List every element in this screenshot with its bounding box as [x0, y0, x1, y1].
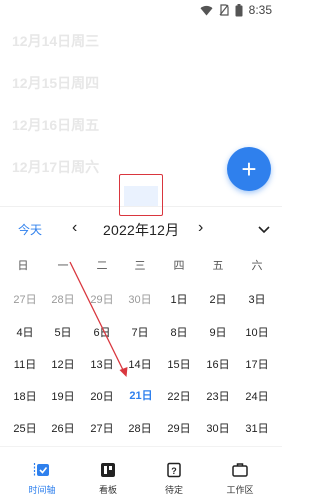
- date-cell[interactable]: 26日: [44, 418, 82, 440]
- prev-month-button[interactable]: ‹: [72, 219, 77, 237]
- plus-icon: +: [241, 153, 257, 184]
- timeline-day[interactable]: 12月15日周四: [0, 62, 282, 104]
- date-cell[interactable]: 1日: [160, 289, 198, 311]
- nav-label: 工作区: [226, 485, 254, 495]
- date-cell[interactable]: 12日: [44, 354, 82, 376]
- status-bar: 8:35: [0, 0, 282, 20]
- date-cell[interactable]: 29日: [160, 418, 198, 440]
- board-icon: [101, 463, 115, 477]
- workspace-icon: [232, 463, 248, 477]
- date-cell[interactable]: 18日: [6, 386, 44, 408]
- add-task-button[interactable]: +: [227, 147, 271, 191]
- date-cell[interactable]: 19日: [44, 386, 82, 408]
- weekday-label: 日: [17, 260, 29, 272]
- weekday-label: 二: [96, 260, 108, 272]
- date-cell-selected[interactable]: 21日: [122, 385, 160, 407]
- nav-pending[interactable]: ? 待定: [142, 461, 206, 496]
- date-cell[interactable]: 11日: [6, 354, 44, 376]
- weekday-label: 六: [251, 260, 263, 272]
- timeline-day[interactable]: 12月14日周三: [0, 20, 282, 62]
- date-cell[interactable]: 31日: [238, 418, 276, 440]
- nav-workspace[interactable]: 工作区: [208, 461, 272, 496]
- today-button[interactable]: 今天: [18, 221, 42, 238]
- date-cell[interactable]: 28日: [121, 418, 159, 440]
- svg-text:?: ?: [171, 466, 177, 476]
- wifi-icon: [200, 5, 213, 16]
- date-cell[interactable]: 2日: [199, 289, 237, 311]
- nav-label: 看板: [98, 485, 117, 495]
- no-sim-icon: [219, 4, 229, 16]
- date-cell[interactable]: 4日: [6, 322, 44, 344]
- battery-icon: [235, 3, 243, 16]
- date-cell[interactable]: 25日: [6, 418, 44, 440]
- date-cell[interactable]: 9日: [199, 322, 237, 344]
- next-month-button[interactable]: ›: [198, 219, 203, 237]
- timeline-day[interactable]: 12月16日周五: [0, 104, 282, 146]
- date-cell[interactable]: 17日: [238, 354, 276, 376]
- date-cell[interactable]: 13日: [83, 354, 121, 376]
- date-cell[interactable]: 5日: [44, 322, 82, 344]
- date-cell[interactable]: 22日: [160, 386, 198, 408]
- selected-date-annotation: [119, 174, 163, 216]
- date-cell[interactable]: 29日: [83, 289, 121, 311]
- date-cell[interactable]: 27日: [6, 289, 44, 311]
- weekday-header: 日 一 二 三 四 五 六: [0, 257, 282, 277]
- timeline-icon: [33, 463, 49, 477]
- date-cell[interactable]: 15日: [160, 354, 198, 376]
- date-cell[interactable]: 14日: [121, 354, 159, 376]
- date-cell[interactable]: 23日: [199, 386, 237, 408]
- nav-label: 时间轴: [28, 485, 56, 495]
- nav-board[interactable]: 看板: [76, 461, 140, 496]
- date-cell[interactable]: 8日: [160, 322, 198, 344]
- nav-timeline[interactable]: 时间轴: [10, 461, 74, 496]
- date-cell[interactable]: 20日: [83, 386, 121, 408]
- chevron-down-icon[interactable]: [258, 221, 270, 239]
- date-cell[interactable]: 16日: [199, 354, 237, 376]
- date-cell[interactable]: 28日: [44, 289, 82, 311]
- date-cell[interactable]: 27日: [83, 418, 121, 440]
- weekday-label: 四: [173, 260, 185, 272]
- date-cell[interactable]: 10日: [238, 322, 276, 344]
- date-cell[interactable]: 30日: [121, 289, 159, 311]
- date-cell[interactable]: 6日: [83, 322, 121, 344]
- bottom-nav: 时间轴 看板 ? 待定 工作区: [0, 446, 282, 500]
- date-cell[interactable]: 30日: [199, 418, 237, 440]
- month-title[interactable]: 2022年12月: [103, 220, 179, 240]
- nav-label: 待定: [164, 485, 183, 495]
- date-cell[interactable]: 7日: [121, 322, 159, 344]
- date-cell[interactable]: 3日: [238, 289, 276, 311]
- date-cell[interactable]: 24日: [238, 386, 276, 408]
- weekday-label: 五: [212, 260, 224, 272]
- weekday-label: 三: [134, 260, 146, 272]
- pending-icon: ?: [167, 462, 181, 478]
- clock: 8:35: [248, 3, 272, 17]
- weekday-label: 一: [57, 260, 69, 272]
